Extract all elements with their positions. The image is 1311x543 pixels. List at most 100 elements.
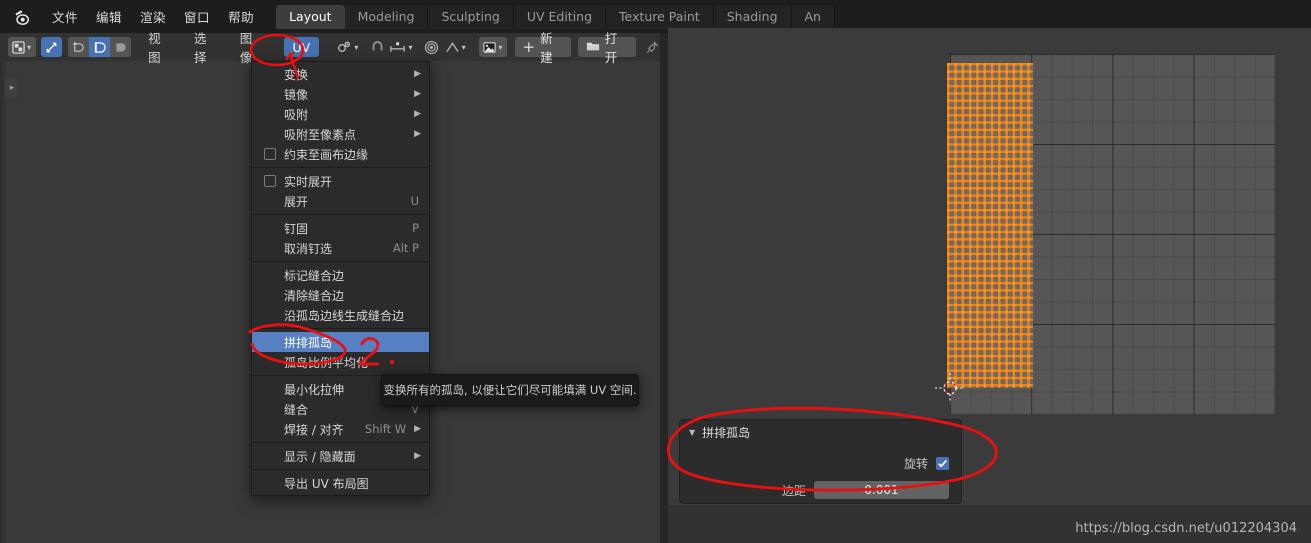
face-select-icon[interactable] <box>109 37 131 57</box>
menu-item-25[interactable]: 导出 UV 布局图 <box>252 473 429 493</box>
menu-item-label: 吸附 <box>284 107 309 122</box>
menu-edit[interactable]: 编辑 <box>96 7 122 26</box>
margin-value-field[interactable]: 0.001 <box>814 481 949 499</box>
menu-window[interactable]: 窗口 <box>184 7 210 26</box>
menu-item-label: 约束至画布边缘 <box>284 147 369 162</box>
menu-item-label: 清除缝合边 <box>284 288 345 303</box>
2d-cursor-icon[interactable] <box>935 373 965 403</box>
menu-item-shortcut: Alt P <box>392 241 419 255</box>
rotate-row: 旋转 <box>680 452 961 474</box>
pin-icon[interactable] <box>645 37 660 57</box>
submenu-arrow-icon: ▶ <box>414 89 421 99</box>
chevron-down-icon: ▾ <box>27 42 32 52</box>
menu-item-3[interactable]: 吸附至像素点 ▶ <box>252 124 429 144</box>
menu-item-7[interactable]: 展开 U <box>252 191 429 211</box>
menu-item-10[interactable]: 取消钉选 Alt P <box>252 238 429 258</box>
menu-item-1[interactable]: 镜像 ▶ <box>252 84 429 104</box>
menu-item-6[interactable]: 实时展开 <box>252 171 429 191</box>
menu-item-12[interactable]: 标记缝合边 <box>252 265 429 285</box>
proportional-edit-icon[interactable] <box>424 37 439 57</box>
submenu-arrow-icon: ▶ <box>414 424 421 434</box>
open-image-label: 打开 <box>604 31 618 65</box>
menu-item-shortcut: U <box>410 194 419 208</box>
menu-item-0[interactable]: 变换 ▶ <box>252 64 429 84</box>
tab-animation[interactable]: An <box>791 4 835 29</box>
submenu-arrow-icon: ▶ <box>414 109 421 119</box>
image-datablock-icon[interactable]: ▾ <box>478 37 507 57</box>
new-image-label: 新建 <box>540 31 553 65</box>
tab-shading[interactable]: Shading <box>713 4 792 29</box>
watermark-text: https://blog.csdn.net/u012204304 <box>1075 521 1297 536</box>
menu-item-label: 拼排孤岛 <box>284 335 333 350</box>
rotate-checkbox[interactable] <box>936 456 949 470</box>
blender-logo-icon[interactable] <box>12 6 34 28</box>
menu-item-label: 标记缝合边 <box>284 268 345 283</box>
checkbox-icon[interactable] <box>264 148 276 160</box>
menu-render[interactable]: 渲染 <box>140 7 166 26</box>
submenu-arrow-icon: ▶ <box>414 69 421 79</box>
redo-panel-title: 拼排孤岛 <box>702 425 751 440</box>
menu-item-21[interactable]: 焊接 / 对齐 Shift W ▶ <box>252 419 429 439</box>
pane-left-edge <box>0 61 6 543</box>
operator-redo-panel[interactable]: ▼ 拼排孤岛 旋转 边距 0.001 <box>679 419 962 504</box>
uv-island-vertices <box>947 63 1033 388</box>
menu-file[interactable]: 文件 <box>52 7 78 26</box>
falloff-curve-icon[interactable]: ▾ <box>445 37 466 57</box>
pivot-point-icon[interactable]: ▾ <box>336 37 358 57</box>
uv-editor-icon[interactable]: ▾ <box>7 37 36 57</box>
menu-divider <box>252 328 429 329</box>
menu-item-13[interactable]: 清除缝合边 <box>252 285 429 305</box>
menu-divider <box>252 214 429 215</box>
menu-item-label: 钉固 <box>284 221 309 236</box>
menu-item-shortcut: Shift W <box>364 422 407 436</box>
magnet-icon[interactable] <box>370 37 385 57</box>
new-image-button[interactable]: + 新建 <box>514 31 572 65</box>
submenu-arrow-icon: ▶ <box>414 129 421 139</box>
tab-modeling[interactable]: Modeling <box>344 4 429 29</box>
blender-window: 文件 编辑 渲染 窗口 帮助 Layout Modeling Sculpting… <box>0 0 1311 543</box>
header-menu-view[interactable]: 视图 <box>148 28 172 66</box>
margin-row: 边距 0.001 <box>680 479 961 501</box>
menu-item-label: 显示 / 隐藏面 <box>284 449 356 464</box>
header-menu-uv[interactable]: UV <box>283 37 320 57</box>
menu-item-9[interactable]: 钉固 P <box>252 218 429 238</box>
plus-icon: + <box>522 37 536 56</box>
menu-item-label: 孤岛比例平均化 <box>284 355 369 370</box>
menu-item-2[interactable]: 吸附 ▶ <box>252 104 429 124</box>
tab-layout[interactable]: Layout <box>276 4 345 29</box>
menu-item-17[interactable]: 孤岛比例平均化 <box>252 352 429 372</box>
menu-item-23[interactable]: 显示 / 隐藏面 ▶ <box>252 446 429 466</box>
open-image-button[interactable]: 打开 <box>577 31 636 65</box>
header-menu-select[interactable]: 选择 <box>194 28 218 66</box>
menu-item-label: 吸附至像素点 <box>284 127 357 142</box>
menu-divider <box>252 167 429 168</box>
checkbox-icon[interactable] <box>264 175 276 187</box>
vertex-select-icon[interactable] <box>67 37 89 57</box>
uv-dropdown-menu[interactable]: 变换 ▶ 镜像 ▶ 吸附 ▶ 吸附至像素点 ▶ 约束至画布边缘实时展开展开 U 钉固 P 取消钉选 Alt… <box>251 61 430 496</box>
workspace-tabs: Layout Modeling Sculpting UV Editing Tex… <box>276 4 835 29</box>
tab-texture-paint[interactable]: Texture Paint <box>606 4 714 29</box>
redo-panel-header[interactable]: ▼ 拼排孤岛 <box>680 420 961 444</box>
menu-divider <box>252 442 429 443</box>
menu-item-label: 焊接 / 对齐 <box>284 422 344 437</box>
rotate-label: 旋转 <box>903 456 928 471</box>
uv-select-mode-group <box>67 37 131 57</box>
uv-island-selected[interactable] <box>947 63 1033 388</box>
menu-item-14[interactable]: 沿孤岛边线生成缝合边 <box>252 305 429 325</box>
menu-item-label: 导出 UV 布局图 <box>284 476 369 491</box>
edge-select-icon[interactable] <box>88 37 110 57</box>
menu-item-label: 展开 <box>284 194 309 209</box>
tooltip: 变换所有的孤岛, 以便让它们尽可能填满 UV 空间. <box>381 374 639 406</box>
sidebar-expand-arrow-icon[interactable]: ▸ <box>5 78 19 98</box>
menu-divider <box>252 261 429 262</box>
menu-item-4[interactable]: 约束至画布边缘 <box>252 144 429 164</box>
menu-item-16[interactable]: 拼排孤岛 <box>252 332 429 352</box>
tab-sculpting[interactable]: Sculpting <box>428 4 514 29</box>
uv-sync-icon[interactable] <box>41 37 63 57</box>
tab-uv-editing[interactable]: UV Editing <box>513 4 607 29</box>
snap-target-icon[interactable]: ▾ <box>389 37 413 57</box>
menu-item-shortcut: P <box>412 221 419 235</box>
menu-help[interactable]: 帮助 <box>228 7 254 26</box>
menu-item-label: 镜像 <box>284 87 309 102</box>
collapse-triangle-icon[interactable]: ▼ <box>689 428 695 437</box>
